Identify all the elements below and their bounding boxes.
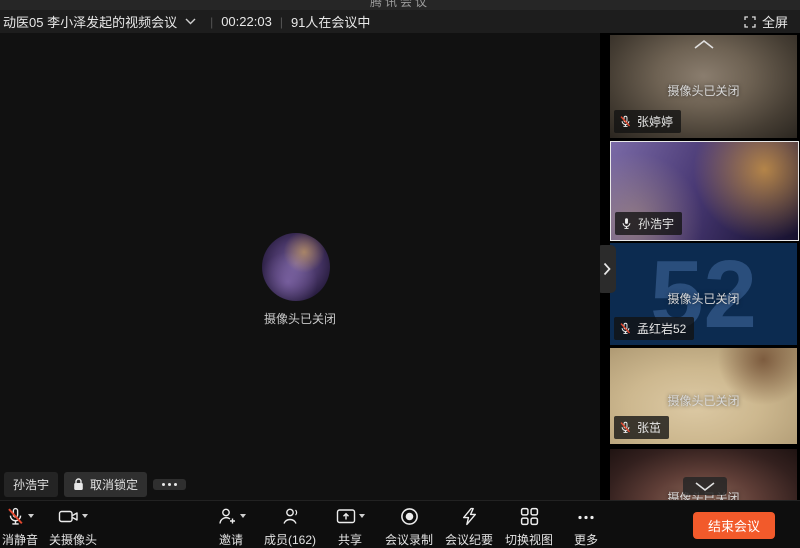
sidebar-collapse-button[interactable] — [600, 245, 616, 293]
invite-button[interactable]: 邀请 — [203, 507, 259, 548]
camera-off-button[interactable]: 关摄像头 — [42, 507, 104, 548]
view-label: 切换视图 — [505, 531, 553, 548]
main-stage: 摄像头已关闭 孙浩宇 取消锁定 — [0, 33, 600, 500]
members-icon — [280, 507, 300, 526]
unlock-label: 取消锁定 — [90, 476, 138, 493]
participant-tile[interactable]: 摄像头已关闭 张婷婷 — [610, 35, 797, 138]
record-button[interactable]: 会议录制 — [378, 507, 440, 548]
more-options-icon — [162, 483, 177, 486]
fullscreen-icon — [744, 16, 756, 28]
switch-view-button[interactable]: 切换视图 — [498, 507, 560, 548]
invite-options-caret[interactable] — [240, 514, 246, 518]
mic-icon — [620, 217, 633, 230]
invite-label: 邀请 — [219, 531, 243, 548]
participant-count: 91人在会议中 — [291, 12, 370, 31]
participant-tile[interactable]: 52 摄像头已关闭 孟红岩52 — [610, 243, 797, 345]
notes-button[interactable]: 会议纪要 — [438, 507, 500, 548]
divider: | — [210, 15, 213, 29]
camera-off-text: 摄像头已关闭 — [610, 290, 797, 307]
end-meeting-button[interactable]: 结束会议 — [693, 512, 775, 539]
grid-view-icon — [520, 507, 539, 526]
camera-icon — [58, 507, 79, 526]
chevron-right-icon — [603, 262, 611, 276]
mic-muted-icon — [619, 421, 632, 434]
camera-options-caret[interactable] — [82, 514, 88, 518]
participant-tile[interactable]: 摄像头已关闭 张茁 — [610, 348, 797, 444]
mic-muted-icon — [619, 115, 632, 128]
scroll-down-button[interactable] — [683, 477, 727, 495]
unmute-button[interactable]: 消静音 — [0, 507, 46, 548]
more-dots-icon — [576, 508, 596, 527]
unmute-label: 消静音 — [2, 531, 38, 548]
camera-off-text: 摄像头已关闭 — [0, 310, 600, 327]
notes-label: 会议纪要 — [445, 531, 493, 548]
lightning-notes-icon — [460, 507, 479, 526]
record-icon — [400, 507, 419, 526]
chevron-up-icon — [692, 39, 716, 50]
fullscreen-label: 全屏 — [762, 12, 788, 31]
chevron-down-icon — [693, 481, 717, 492]
record-label: 会议录制 — [385, 531, 433, 548]
lock-icon — [73, 478, 84, 491]
window-title-strip: 腾讯会议 — [0, 0, 800, 10]
participant-name-label: 张茁 — [614, 416, 669, 439]
participant-tile-active[interactable]: 孙浩宇 — [610, 141, 799, 241]
participant-name-label: 张婷婷 — [614, 110, 681, 133]
members-label: 成员(162) — [264, 531, 316, 548]
share-options-caret[interactable] — [359, 514, 365, 518]
members-button[interactable]: 成员(162) — [257, 507, 323, 548]
camera-off-text: 摄像头已关闭 — [610, 392, 797, 409]
pinned-name-badge: 孙浩宇 — [4, 472, 58, 497]
window-title-partial: 腾讯会议 — [0, 0, 800, 10]
scroll-up-button[interactable] — [692, 39, 716, 50]
camera-label: 关摄像头 — [49, 531, 97, 548]
stage-badges: 孙浩宇 取消锁定 — [4, 472, 186, 496]
bottom-toolbar: 消静音 关摄像头 邀请 — [0, 500, 800, 548]
meeting-top-bar: 动医05 李小泽发起的视频会议 | 00:22:03 | 91人在会议中 全屏 — [0, 10, 800, 33]
mic-muted-icon — [6, 507, 25, 526]
share-button[interactable]: 共享 — [322, 507, 378, 548]
more-options-button[interactable] — [153, 479, 186, 490]
fullscreen-button[interactable]: 全屏 — [744, 12, 788, 31]
participant-name-label: 孟红岩52 — [614, 317, 694, 340]
screen-share-icon — [336, 507, 356, 526]
divider: | — [280, 15, 283, 29]
camera-off-text: 摄像头已关闭 — [610, 82, 797, 99]
meeting-title: 动医05 李小泽发起的视频会议 — [3, 12, 177, 31]
participant-sidebar: 摄像头已关闭 张婷婷 孙浩宇 52 摄像头已关闭 — [600, 33, 800, 500]
speaker-avatar — [262, 233, 330, 301]
more-label: 更多 — [574, 531, 598, 548]
unlock-button[interactable]: 取消锁定 — [64, 472, 147, 497]
mic-muted-icon — [619, 322, 632, 335]
mic-options-caret[interactable] — [28, 514, 34, 518]
person-add-icon — [217, 507, 237, 526]
share-label: 共享 — [338, 531, 362, 548]
participant-name-label: 孙浩宇 — [615, 212, 682, 235]
chevron-down-icon[interactable] — [185, 18, 196, 25]
more-button[interactable]: 更多 — [560, 507, 612, 548]
meeting-duration: 00:22:03 — [221, 14, 272, 29]
